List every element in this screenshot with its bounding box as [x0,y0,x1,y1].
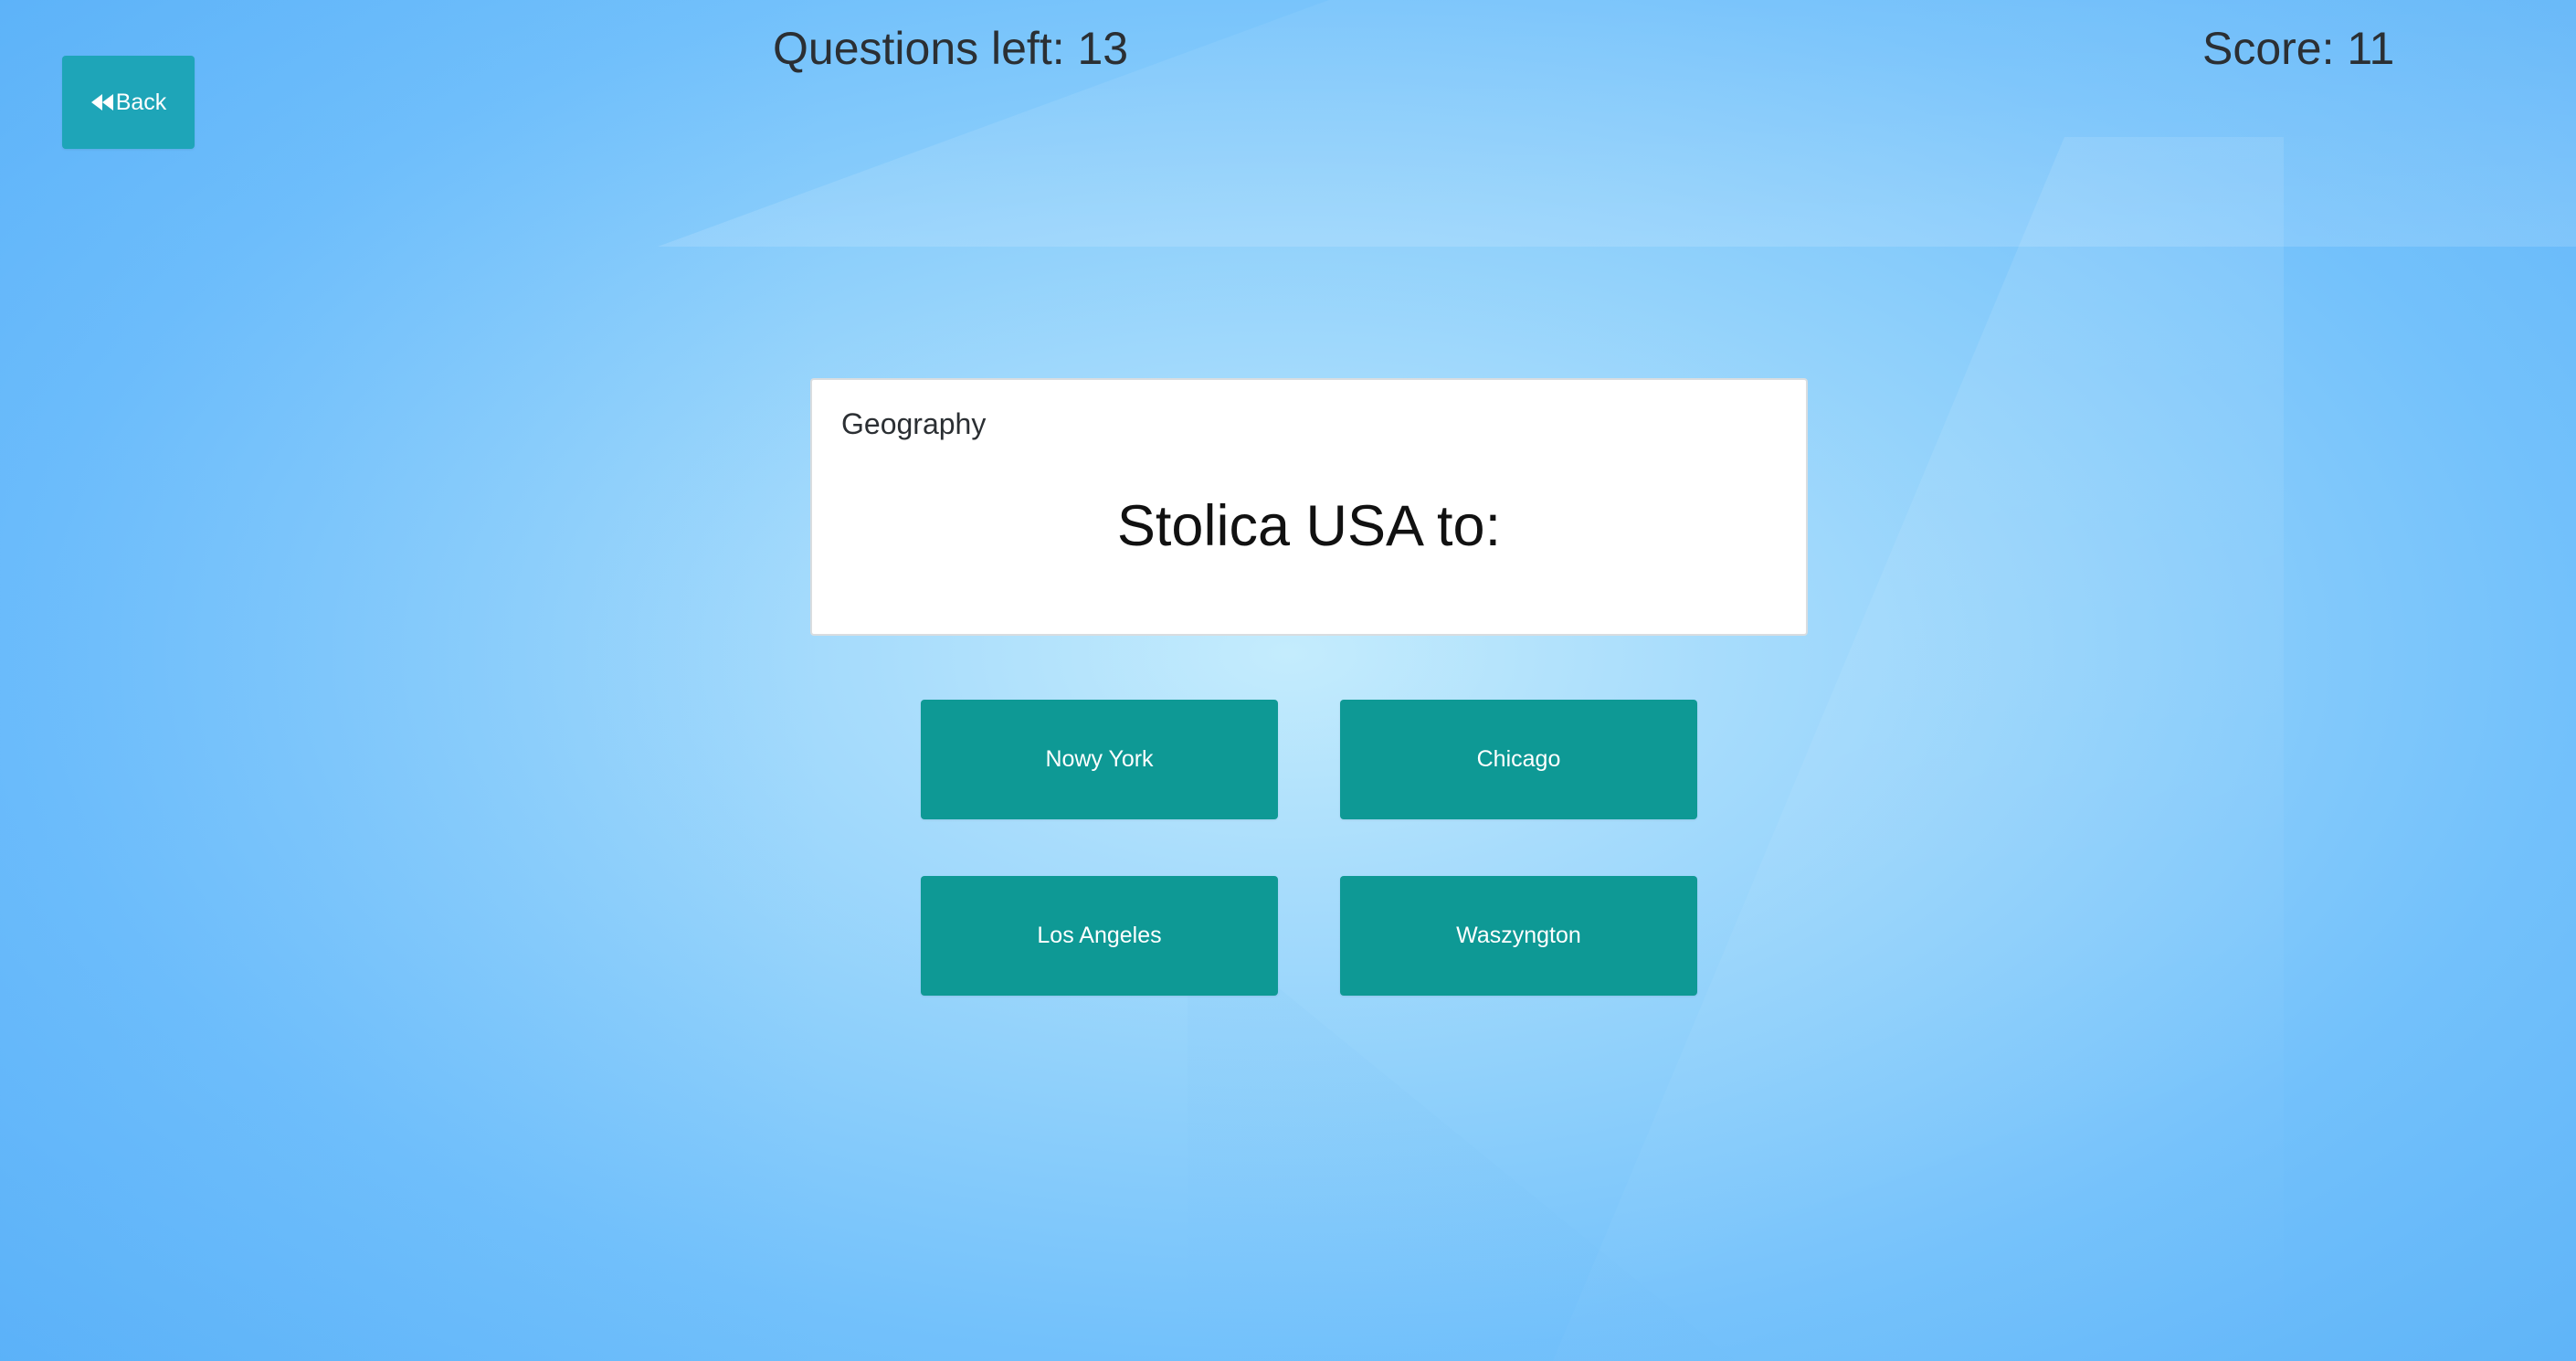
answer-button-1[interactable]: Nowy York [921,700,1278,819]
score-counter: Score: 11 [2202,23,2395,74]
quiz-page: Back Questions left: 13 Score: 11 Geogra… [0,0,2576,1361]
question-text: Stolica USA to: [1116,494,1502,558]
back-button[interactable]: Back [62,56,195,149]
fast-backward-icon [90,93,114,111]
background-shade [0,0,822,1361]
answer-button-4[interactable]: Waszyngton [1340,876,1697,996]
answer-button-3[interactable]: Los Angeles [921,876,1278,996]
answer-button-2[interactable]: Chicago [1340,700,1697,819]
back-button-label: Back [115,89,167,115]
question-category: Geography [841,407,987,440]
questions-left-counter: Questions left: 13 [773,23,1129,74]
question-card: Geography Stolica USA to: [810,378,1808,636]
